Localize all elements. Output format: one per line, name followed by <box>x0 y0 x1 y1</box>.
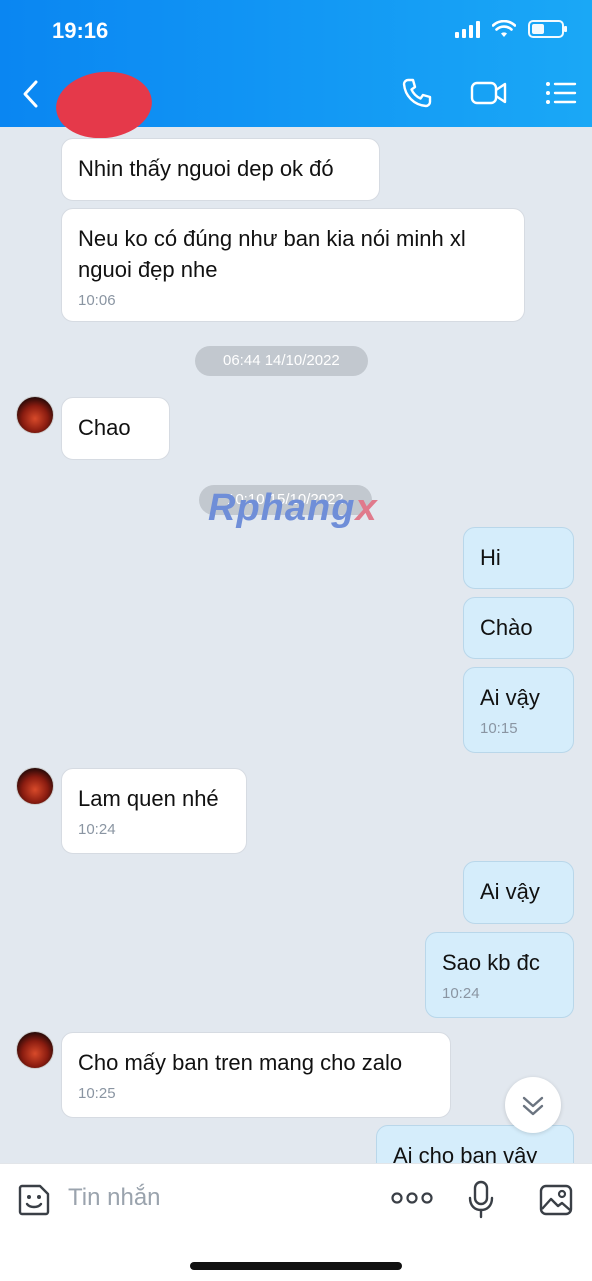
sticker-face-icon[interactable] <box>16 1182 52 1218</box>
status-icons <box>455 20 567 38</box>
message-text: Ai cho ban vậy <box>393 1143 538 1163</box>
message-input[interactable]: Tin nhắn <box>68 1184 161 1212</box>
incoming-message[interactable]: Lam quen nhé 10:24 <box>61 768 247 854</box>
incoming-message[interactable]: Chao <box>61 397 170 460</box>
scroll-to-bottom-button[interactable] <box>505 1077 561 1133</box>
outgoing-message[interactable]: Hi <box>463 527 574 589</box>
message-text: Ai vậy <box>480 685 540 710</box>
date-separator: 06:44 14/10/2022 <box>195 346 368 376</box>
video-camera-icon[interactable] <box>470 76 508 110</box>
battery-icon <box>528 20 567 38</box>
message-text: Ai vậy <box>480 879 540 904</box>
message-time: 10:24 <box>442 985 480 1002</box>
cellular-signal-icon <box>455 20 480 38</box>
message-time: 10:06 <box>78 292 116 309</box>
message-time: 10:25 <box>78 1085 116 1102</box>
message-text: Sao kb đc <box>442 950 540 975</box>
image-icon[interactable] <box>538 1182 574 1218</box>
message-text: Lam quen nhé <box>78 786 219 811</box>
list-menu-icon[interactable] <box>544 76 578 110</box>
contact-avatar[interactable] <box>16 767 54 805</box>
back-chevron-icon[interactable] <box>16 76 48 112</box>
watermark-logo: Rphangx <box>208 487 378 529</box>
double-chevron-down-icon <box>522 1096 544 1116</box>
wifi-icon <box>492 20 516 37</box>
incoming-message[interactable]: Cho mấy ban tren mang cho zalo 10:25 <box>61 1032 451 1118</box>
contact-avatar[interactable] <box>16 1031 54 1069</box>
outgoing-message[interactable]: Ai vậy 10:15 <box>463 667 574 753</box>
outgoing-message[interactable]: Sao kb đc 10:24 <box>425 932 574 1018</box>
incoming-message[interactable]: Neu ko có đúng như ban kia nói minh xl n… <box>61 208 525 322</box>
message-text: Nhin thấy nguoi dep ok đó <box>78 156 334 181</box>
phone-icon[interactable] <box>400 76 434 110</box>
message-text: Cho mấy ban tren mang cho zalo <box>78 1050 403 1075</box>
message-composer: Tin nhắn <box>0 1163 592 1281</box>
message-text: Chao <box>78 415 131 440</box>
status-time: 19:16 <box>52 18 109 43</box>
microphone-icon[interactable] <box>466 1180 496 1220</box>
message-time: 10:15 <box>480 720 518 737</box>
message-text: Chào <box>480 615 533 640</box>
message-text: Hi <box>480 545 501 570</box>
outgoing-message[interactable]: Chào <box>463 597 574 659</box>
incoming-message[interactable]: Nhin thấy nguoi dep ok đó <box>61 138 380 201</box>
contact-avatar[interactable] <box>16 396 54 434</box>
message-time: 10:24 <box>78 821 116 838</box>
message-list[interactable]: Nhin thấy nguoi dep ok đó Neu ko có đúng… <box>0 127 592 1163</box>
outgoing-message[interactable]: Ai vậy <box>463 861 574 924</box>
message-text: Neu ko có đúng như ban kia nói minh xl n… <box>78 226 466 282</box>
home-indicator <box>190 1262 402 1270</box>
more-dots-icon[interactable] <box>390 1188 434 1208</box>
chat-header: 19:16 <box>0 0 592 143</box>
